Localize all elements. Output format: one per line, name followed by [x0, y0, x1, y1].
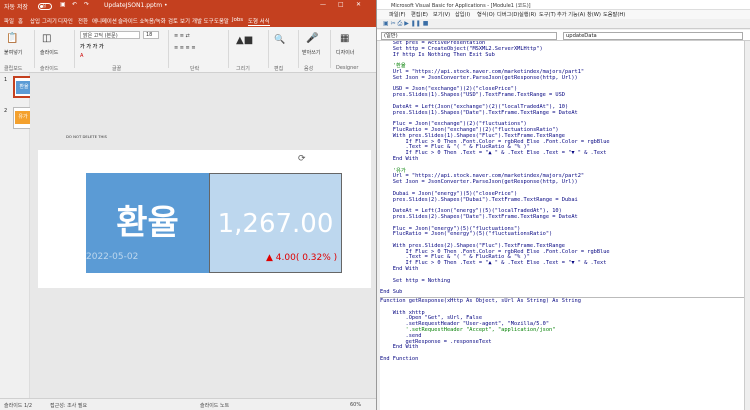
thumb-word: 유가	[15, 111, 31, 124]
procedure-bar: (일반) updateData	[377, 30, 750, 41]
ribbon-tab[interactable]: 도움말	[214, 17, 229, 25]
vba-editor-window: Microsoft Visual Basic for Applications …	[376, 0, 750, 410]
rotate-handle-icon[interactable]: ⟳	[298, 154, 306, 164]
new-slide-icon[interactable]: ◫	[42, 33, 51, 44]
hidden-note: DO NOT DELETE THIS	[66, 134, 107, 139]
code-scrollbar[interactable]	[744, 41, 750, 410]
paste-button[interactable]: 붙여넣기	[4, 49, 22, 56]
ribbon-tab[interactable]: Jobs	[232, 17, 243, 23]
vba-menu-bar: 파일(F) 편집(E) 보기(V) 삽입(I) 형식(O) 디버그(D) 실행(R) 도구(T…	[377, 10, 750, 19]
code-window[interactable]: Set pres = ActivePresentation Set http =…	[380, 41, 744, 410]
save-icon[interactable]: ▣ ✂ ⎙ ▶ ❚❚ ■	[383, 20, 428, 28]
ppt-title-bar: 자동 저장 끔 ▣ ↶ ↷ UpdateJSON1.pptm • — □ ✕	[0, 0, 376, 13]
vba-title: Microsoft Visual Basic for Applications …	[391, 3, 531, 9]
fluctuation-text[interactable]: ▲ 4.00( 0.32% )	[266, 253, 337, 263]
powerpoint-window: 자동 저장 끔 ▣ ↶ ↷ UpdateJSON1.pptm • — □ ✕ 파…	[0, 0, 376, 410]
clipboard-group-label: 클립보드	[4, 66, 23, 72]
slide-counter: 슬라이드 1/2	[4, 403, 33, 409]
new-slide-button[interactable]: 슬라이드	[40, 49, 58, 56]
ribbon-tab[interactable]: 홈	[18, 17, 23, 25]
ribbon-tab[interactable]: 보기	[180, 17, 190, 25]
ribbon-tab[interactable]: 녹음/녹화	[144, 17, 166, 25]
slide-thumbnail-pane: 1 환율 1,267 2 유가	[0, 73, 51, 398]
shapes-icon[interactable]: ▲■	[236, 35, 253, 46]
vba-menu-item[interactable]: 형식(O)	[477, 11, 495, 18]
accessibility-status[interactable]: 접근성: 조사 필요	[50, 402, 87, 409]
find-icon[interactable]: 🔍	[274, 35, 285, 45]
ppt-status-bar: 슬라이드 1/2 접근성: 조사 필요 슬라이드 노트 60%	[0, 398, 376, 410]
save-icon[interactable]: ▣	[60, 1, 66, 8]
editing-group-label: 편집	[274, 66, 284, 72]
ribbon-tab[interactable]: 개발 도구	[192, 17, 214, 25]
vba-menu-item[interactable]: 도움말(H)	[603, 11, 625, 18]
vba-menu-item[interactable]: 파일(F)	[389, 11, 406, 18]
ribbon-tab[interactable]: 그리기	[42, 17, 57, 25]
ribbon-tab[interactable]: 애니메이션	[92, 17, 117, 25]
undo-icon[interactable]: ↶	[72, 1, 77, 8]
ribbon-tab[interactable]: 삽입	[30, 17, 40, 25]
vba-menu-item[interactable]: 삽입(I)	[455, 11, 470, 18]
vba-menu-item[interactable]: 보기(V)	[433, 11, 450, 18]
paragraph-group-label: 단락	[190, 66, 200, 72]
thumb-number-1: 1	[4, 77, 8, 83]
ribbon: 📋 붙여넣기 클립보드 ◫ 슬라이드 슬라이드 맑은 고딕 (본문) 18 가 …	[0, 27, 376, 73]
ribbon-tab[interactable]: 디자인	[58, 17, 73, 25]
minimize-icon[interactable]: —	[320, 1, 326, 8]
vba-toolbar: ▣ ✂ ⎙ ▶ ❚❚ ■	[377, 19, 750, 29]
ribbon-tab[interactable]: 검토	[168, 17, 178, 25]
font-size-select[interactable]: 18	[143, 31, 159, 39]
close-icon[interactable]: ✕	[356, 1, 361, 8]
drawing-group-label: 그리기	[236, 66, 250, 72]
vba-menu-item[interactable]: 디버그(D)	[497, 11, 519, 18]
microphone-icon[interactable]: 🎤	[306, 33, 318, 44]
designer-icon[interactable]: ▦	[340, 33, 349, 44]
bold-icon[interactable]: 가 가 가 가	[80, 43, 104, 50]
redo-icon[interactable]: ↷	[84, 1, 89, 8]
vba-menu-item[interactable]: 도구(T)	[539, 11, 556, 18]
font-color-icon[interactable]: A	[80, 53, 83, 59]
maximize-icon[interactable]: □	[338, 1, 344, 8]
font-group-label: 글꼴	[112, 66, 122, 72]
vba-menu-item[interactable]: 추가 기능(A)	[557, 11, 585, 18]
date-text[interactable]: 2022-05-02	[86, 252, 138, 262]
zoom-level[interactable]: 60%	[350, 402, 361, 408]
code-line: End Sub	[380, 289, 403, 296]
designer-button[interactable]: 디자이너	[336, 49, 354, 56]
procedure-combo[interactable]: updateData	[563, 32, 743, 40]
autosave-label: 자동 저장	[4, 4, 28, 11]
ribbon-tab[interactable]: 슬라이드 쇼	[118, 17, 145, 25]
current-slide[interactable]: 환율 1,267.00 2022-05-02 ▲ 4.00( 0.32% ) ⟳	[38, 150, 371, 288]
notes-button[interactable]: 슬라이드 노트	[200, 402, 229, 409]
font-name-select[interactable]: 맑은 고딕 (본문)	[80, 31, 140, 39]
object-combo[interactable]: (일반)	[381, 32, 557, 40]
vba-menu-item[interactable]: 편집(E)	[411, 11, 428, 18]
ribbon-tab[interactable]: 파일	[4, 17, 14, 25]
ribbon-tab[interactable]: 도형 서식	[248, 17, 270, 26]
slide-group-label: 슬라이드	[40, 66, 59, 72]
ribbon-tab[interactable]: 전환	[78, 17, 88, 25]
voice-group-label: 음성	[304, 66, 314, 72]
dictate-button[interactable]: 받아쓰기	[302, 49, 320, 56]
designer-group-label: Designer	[336, 65, 359, 71]
bullet-list-icon[interactable]: ≡ ≡ ⇄	[174, 33, 190, 39]
vba-menu-item[interactable]: 창(W)	[587, 11, 601, 18]
ribbon-tabs: 파일 홈 삽입 그리기 디자인 전환 애니메이션 슬라이드 쇼 녹음/녹화 검토 보기 개발 도구 도움…	[0, 13, 376, 27]
autosave-state: 끔	[42, 4, 47, 9]
vba-title-bar: Microsoft Visual Basic for Applications …	[377, 0, 750, 10]
thumb-number-2: 2	[4, 108, 8, 114]
document-title: UpdateJSON1.pptm •	[104, 2, 168, 9]
align-icon[interactable]: ≡ ≡ ≡ ≡	[174, 45, 196, 51]
vba-menu-item[interactable]: 실행(R)	[519, 11, 536, 18]
code-line: End Function	[380, 356, 419, 363]
paste-icon[interactable]: 📋	[6, 33, 18, 44]
